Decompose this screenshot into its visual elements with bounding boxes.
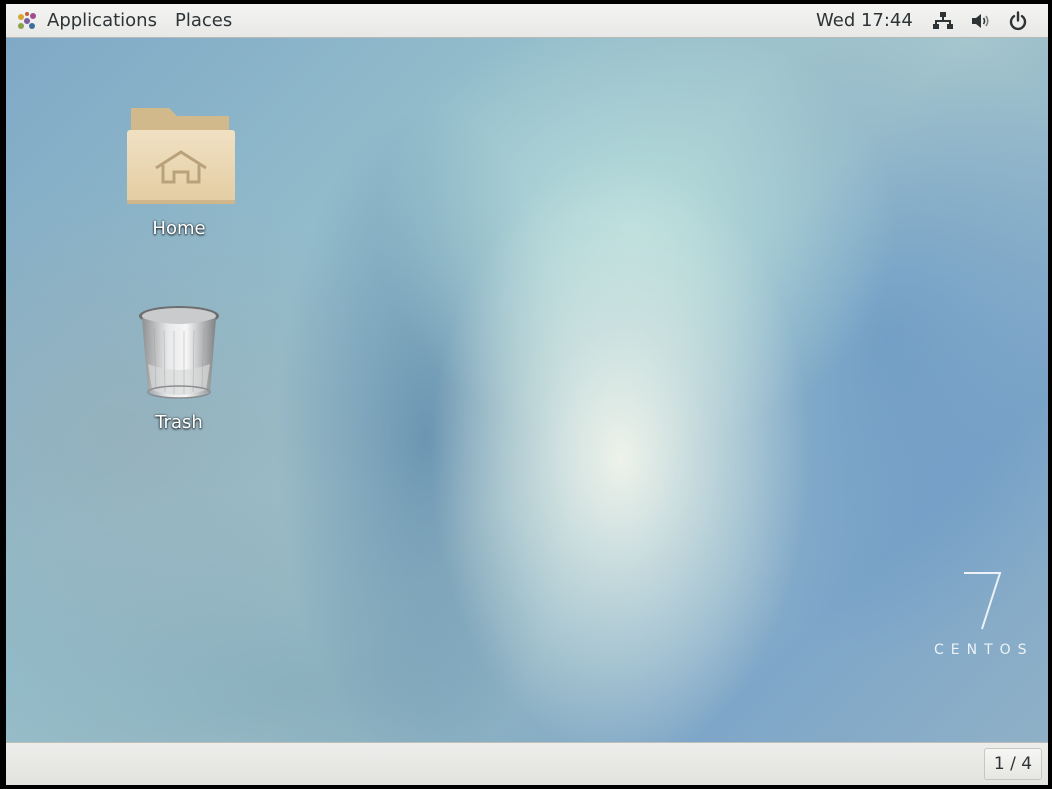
screen: Applications Places Wed 17:44 Home Trash…	[6, 4, 1048, 785]
trash-icon	[139, 306, 219, 399]
applications-label: Applications	[47, 10, 157, 31]
trash-label: Trash	[155, 412, 203, 433]
home-label: Home	[152, 218, 206, 239]
places-menu[interactable]: Places	[175, 4, 232, 37]
applications-menu[interactable]: Applications	[16, 4, 157, 37]
volume-icon[interactable]	[969, 10, 991, 32]
home-folder-icon	[127, 108, 235, 204]
top-panel: Applications Places Wed 17:44	[6, 4, 1048, 38]
wallpaper-brand: CENTOS	[934, 642, 1034, 658]
clock[interactable]: Wed 17:44	[816, 4, 913, 37]
desktop-icon-home[interactable]: Home	[119, 100, 239, 239]
power-icon[interactable]	[1007, 10, 1029, 32]
network-wired-icon[interactable]	[932, 10, 954, 32]
bottom-panel: 1 / 4	[6, 742, 1048, 785]
workspace-switcher[interactable]: 1 / 4	[984, 748, 1042, 780]
desktop-icon-trash[interactable]: Trash	[119, 304, 239, 433]
gnome-foot-icon	[18, 11, 36, 29]
desktop[interactable]: Home Trash CENTOS	[6, 38, 1048, 742]
